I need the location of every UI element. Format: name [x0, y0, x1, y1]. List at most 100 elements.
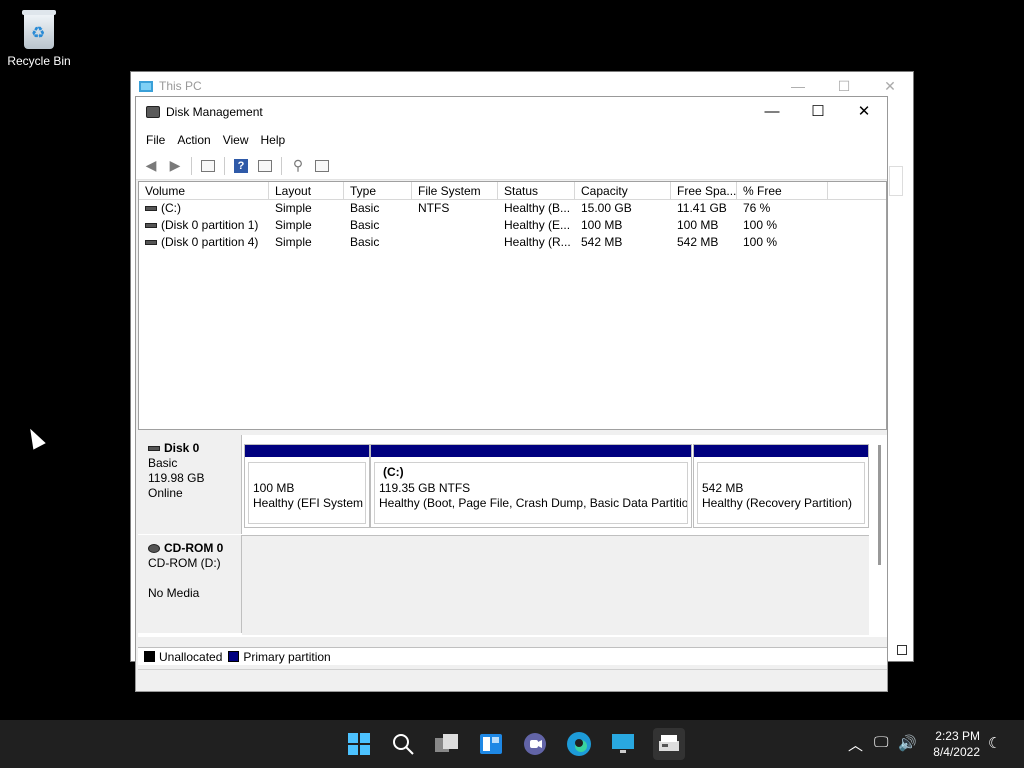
- disk-icon: [148, 446, 160, 452]
- disk-0-state: Online: [148, 486, 183, 500]
- menu-file[interactable]: File: [140, 133, 171, 147]
- view-toggle-icon[interactable]: [897, 645, 907, 655]
- column-capacity[interactable]: Capacity: [575, 182, 671, 199]
- cell-file-system: [412, 234, 498, 251]
- this-pc-content-edge: [887, 154, 913, 654]
- cell-volume: (Disk 0 partition 4): [161, 235, 259, 249]
- column-free-space[interactable]: Free Spa...: [671, 182, 737, 199]
- taskbar: ︿ 🖵 🔊 2:23 PM 8/4/2022 ☾: [0, 720, 1024, 768]
- disk-0-size: 119.98 GB: [148, 471, 205, 485]
- volume-icon: [145, 223, 157, 229]
- minimize-button[interactable]: —: [749, 97, 795, 127]
- cell-file-system: [412, 217, 498, 234]
- cdrom-name: CD-ROM 0: [164, 541, 224, 555]
- task-view-icon: [435, 734, 458, 752]
- show-hide-console-tree-icon[interactable]: [197, 156, 219, 176]
- disk-management-window[interactable]: Disk Management — ☐ ✕ File Action View H…: [135, 96, 888, 692]
- cell-layout: Simple: [275, 201, 312, 215]
- this-pc-title: This PC: [159, 79, 202, 93]
- menu-help[interactable]: Help: [255, 133, 292, 147]
- help-icon[interactable]: ?: [230, 156, 252, 176]
- start-button[interactable]: [345, 730, 373, 758]
- properties-icon[interactable]: [311, 156, 333, 176]
- recycle-bin-label: Recycle Bin: [7, 54, 71, 68]
- widgets-button[interactable]: [477, 730, 505, 758]
- status-bar: [138, 669, 887, 691]
- clock-time: 2:23 PM: [935, 729, 980, 743]
- unallocated-swatch: [144, 651, 155, 662]
- disk-0-name: Disk 0: [164, 441, 200, 455]
- partition-c[interactable]: (C:) 119.35 GB NTFS Healthy (Boot, Page …: [370, 444, 692, 528]
- show-hidden-icons-chevron-icon[interactable]: ︿: [848, 734, 863, 755]
- cell-free-space: 100 MB: [677, 218, 719, 232]
- partition-status: Healthy (Recovery Partition): [702, 496, 853, 510]
- connect-icon[interactable]: ⚲: [287, 156, 309, 176]
- mouse-cursor-icon: [24, 425, 46, 450]
- legend: Unallocated Primary partition: [138, 647, 887, 665]
- column-volume[interactable]: Volume: [139, 182, 269, 199]
- search-button[interactable]: [389, 730, 417, 758]
- partition-bar: [245, 445, 369, 457]
- primary-partition-swatch: [228, 651, 240, 662]
- cdrom-0-label[interactable]: CD-ROM 0 CD-ROM (D:) No Media: [138, 535, 242, 633]
- close-button[interactable]: ✕: [841, 97, 887, 127]
- partition-efi[interactable]: 100 MB Healthy (EFI System Partition): [244, 444, 370, 528]
- cell-layout: Simple: [275, 218, 312, 232]
- show-action-pane-icon[interactable]: [254, 156, 276, 176]
- maximize-button[interactable]: ☐: [795, 97, 841, 127]
- table-row[interactable]: (C:) Simple Basic NTFS Healthy (B... 15.…: [139, 200, 886, 217]
- volume-icon: [145, 206, 157, 212]
- vertical-scrollbar[interactable]: [878, 445, 881, 565]
- cell-percent-free: 100 %: [743, 235, 778, 249]
- cdrom-empty-area: [242, 535, 869, 635]
- recycle-bin-desktop-icon[interactable]: ♻ Recycle Bin: [6, 8, 72, 68]
- remote-desktop-button[interactable]: [609, 730, 637, 758]
- column-type[interactable]: Type: [344, 182, 412, 199]
- disk-graphical-view: Disk 0 Basic 119.98 GB Online 100 MB Hea…: [138, 435, 887, 637]
- cell-capacity: 100 MB: [581, 218, 623, 232]
- disk-management-taskbar-button[interactable]: [653, 728, 685, 760]
- cell-type: Basic: [350, 235, 380, 249]
- cell-file-system: NTFS: [418, 201, 450, 215]
- edge-button[interactable]: [565, 730, 593, 758]
- cdrom-icon: [148, 544, 160, 554]
- table-row[interactable]: (Disk 0 partition 1) Simple Basic Health…: [139, 217, 886, 234]
- column-percent-free[interactable]: % Free: [737, 182, 828, 199]
- column-status[interactable]: Status: [498, 182, 575, 199]
- cdrom-media: No Media: [148, 586, 200, 600]
- chat-button[interactable]: [521, 730, 549, 758]
- cell-free-space: 11.41 GB: [677, 201, 727, 215]
- toolbar: ◀ ▶ ? ⚲: [136, 152, 887, 180]
- partition-status: Healthy (EFI System Partition): [253, 496, 365, 510]
- task-view-button[interactable]: [433, 730, 461, 758]
- cell-status: Healthy (E...: [504, 218, 571, 232]
- cell-type: Basic: [350, 201, 380, 215]
- disk-0-label[interactable]: Disk 0 Basic 119.98 GB Online: [138, 435, 242, 534]
- disk-management-icon: [659, 735, 679, 751]
- volume-list-header: Volume Layout Type File System Status Ca…: [139, 182, 886, 200]
- cell-layout: Simple: [275, 235, 312, 249]
- menu-bar: File Action View Help: [136, 127, 887, 152]
- clock[interactable]: 2:23 PM 8/4/2022: [933, 728, 980, 760]
- cell-percent-free: 100 %: [743, 218, 778, 232]
- cell-volume: (Disk 0 partition 1): [161, 218, 259, 232]
- back-arrow-icon[interactable]: ◀: [140, 156, 162, 176]
- cell-status: Healthy (R...: [504, 235, 571, 249]
- partition-size: 542 MB: [702, 481, 744, 495]
- cell-capacity: 15.00 GB: [581, 201, 632, 215]
- column-layout[interactable]: Layout: [269, 182, 344, 199]
- forward-arrow-icon[interactable]: ▶: [164, 156, 186, 176]
- partition-recovery[interactable]: 542 MB Healthy (Recovery Partition): [693, 444, 869, 528]
- widgets-icon: [480, 734, 502, 754]
- menu-action[interactable]: Action: [171, 133, 216, 147]
- cell-percent-free: 76 %: [743, 201, 771, 215]
- volume-list: Volume Layout Type File System Status Ca…: [138, 181, 887, 430]
- cell-free-space: 542 MB: [677, 235, 719, 249]
- network-icon[interactable]: 🖵: [874, 734, 888, 751]
- legend-unallocated: Unallocated: [159, 649, 223, 664]
- menu-view[interactable]: View: [217, 133, 255, 147]
- column-file-system[interactable]: File System: [412, 182, 498, 199]
- volume-icon[interactable]: 🔊: [898, 734, 917, 752]
- focus-assist-moon-icon[interactable]: ☾: [988, 734, 1001, 752]
- table-row[interactable]: (Disk 0 partition 4) Simple Basic Health…: [139, 234, 886, 251]
